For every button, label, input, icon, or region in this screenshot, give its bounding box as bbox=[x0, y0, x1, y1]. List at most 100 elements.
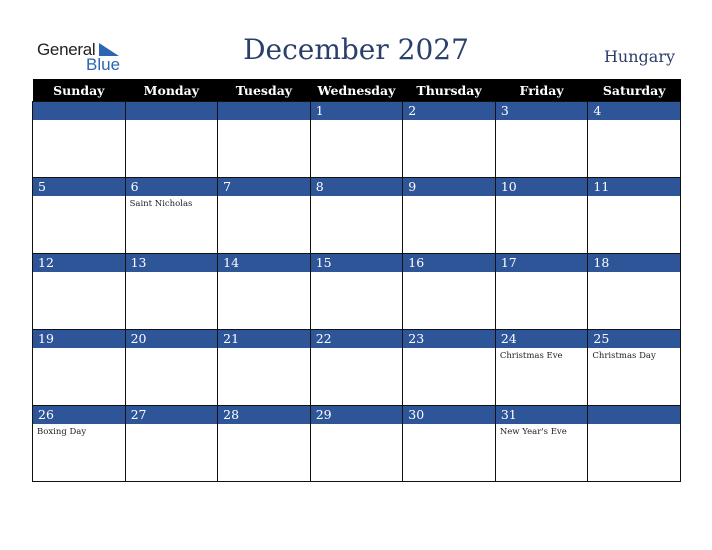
holiday-label bbox=[403, 120, 495, 123]
day-cell[interactable]: 29 bbox=[309, 405, 404, 482]
day-number: 30 bbox=[403, 406, 495, 424]
day-number: 14 bbox=[218, 254, 310, 272]
day-cell[interactable]: 17 bbox=[494, 253, 589, 330]
weekday-header-row: Sunday Monday Tuesday Wednesday Thursday… bbox=[32, 79, 681, 102]
holiday-label bbox=[218, 348, 310, 351]
holiday-label bbox=[588, 120, 680, 123]
week-row: 12 13 14 15 16 17 18 bbox=[32, 253, 681, 330]
day-cell[interactable] bbox=[32, 101, 126, 178]
holiday-label bbox=[588, 272, 680, 275]
day-cell[interactable]: 28 bbox=[217, 405, 311, 482]
day-cell[interactable]: 12 bbox=[32, 253, 126, 330]
day-number: 9 bbox=[403, 178, 495, 196]
holiday-label: Saint Nicholas bbox=[129, 199, 193, 209]
week-row: 26 Boxing Day 27 28 29 30 31 New Year's Eve bbox=[32, 405, 681, 482]
day-number bbox=[218, 102, 310, 120]
day-number: 6 bbox=[125, 178, 218, 196]
day-cell[interactable]: 10 bbox=[494, 177, 589, 254]
holiday-label: New Year's Eve bbox=[499, 427, 567, 437]
day-number: 21 bbox=[218, 330, 310, 348]
day-cell[interactable]: 7 bbox=[217, 177, 311, 254]
holiday-label bbox=[496, 120, 588, 123]
holiday-label bbox=[126, 120, 218, 123]
day-number: 22 bbox=[310, 330, 403, 348]
holiday-label bbox=[311, 272, 403, 275]
day-number: 15 bbox=[310, 254, 403, 272]
day-number: 29 bbox=[310, 406, 403, 424]
holiday-label bbox=[33, 196, 125, 199]
holiday-label bbox=[218, 424, 310, 427]
day-number: 24 bbox=[495, 330, 588, 348]
day-cell[interactable]: 23 bbox=[402, 329, 496, 406]
day-cell[interactable]: 25 Christmas Day bbox=[587, 329, 681, 406]
day-cell[interactable]: 4 bbox=[587, 101, 681, 178]
day-cell[interactable]: 13 bbox=[124, 253, 219, 330]
day-number: 27 bbox=[125, 406, 218, 424]
day-cell[interactable] bbox=[217, 101, 311, 178]
holiday-label bbox=[588, 196, 680, 199]
weekday-header: Sunday bbox=[32, 79, 126, 102]
day-number: 4 bbox=[588, 102, 680, 120]
day-cell[interactable]: 6 Saint Nicholas bbox=[124, 177, 219, 254]
holiday-label bbox=[33, 348, 125, 351]
day-number: 2 bbox=[403, 102, 495, 120]
holiday-label bbox=[126, 272, 218, 275]
day-cell[interactable]: 27 bbox=[124, 405, 219, 482]
day-cell[interactable]: 31 New Year's Eve bbox=[494, 405, 589, 482]
day-number: 18 bbox=[588, 254, 680, 272]
holiday-label bbox=[403, 348, 495, 351]
day-number: 25 bbox=[588, 330, 680, 348]
holiday-label bbox=[311, 120, 403, 123]
holiday-label bbox=[311, 348, 403, 351]
day-number: 13 bbox=[125, 254, 218, 272]
day-number: 19 bbox=[33, 330, 125, 348]
holiday-label bbox=[588, 424, 680, 427]
day-cell[interactable]: 30 bbox=[402, 405, 496, 482]
holiday-label bbox=[403, 196, 495, 199]
day-number: 7 bbox=[218, 178, 310, 196]
day-number: 16 bbox=[403, 254, 495, 272]
calendar-grid: Sunday Monday Tuesday Wednesday Thursday… bbox=[32, 79, 681, 482]
week-row: 1234 bbox=[32, 101, 681, 178]
day-number bbox=[588, 406, 680, 424]
day-cell[interactable]: 5 bbox=[32, 177, 126, 254]
day-cell[interactable]: 26 Boxing Day bbox=[32, 405, 126, 482]
day-cell[interactable] bbox=[124, 101, 219, 178]
holiday-label bbox=[496, 196, 588, 199]
holiday-label bbox=[311, 424, 403, 427]
holiday-label bbox=[403, 272, 495, 275]
day-cell[interactable]: 20 bbox=[124, 329, 219, 406]
day-cell[interactable] bbox=[587, 405, 681, 482]
weekday-header: Friday bbox=[495, 79, 588, 102]
day-number: 3 bbox=[495, 102, 588, 120]
day-cell[interactable]: 1 bbox=[309, 101, 404, 178]
weekday-header: Thursday bbox=[402, 79, 496, 102]
country-label: Hungary bbox=[603, 47, 675, 66]
day-cell[interactable]: 21 bbox=[217, 329, 311, 406]
day-cell[interactable]: 11 bbox=[587, 177, 681, 254]
day-cell[interactable]: 8 bbox=[309, 177, 404, 254]
day-cell[interactable]: 24 Christmas Eve bbox=[494, 329, 589, 406]
day-number: 23 bbox=[403, 330, 495, 348]
week-row: 19 20 21 22 23 24 Christmas Eve 25 Christmas Day bbox=[32, 329, 681, 406]
day-cell[interactable]: 3 bbox=[494, 101, 589, 178]
day-cell[interactable]: 22 bbox=[309, 329, 404, 406]
week-row: 5 6 Saint Nicholas 7 8 9 10 11 bbox=[32, 177, 681, 254]
day-cell[interactable]: 2 bbox=[402, 101, 496, 178]
day-number: 12 bbox=[33, 254, 125, 272]
day-number bbox=[125, 102, 218, 120]
day-cell[interactable]: 15 bbox=[309, 253, 404, 330]
holiday-label: Christmas Eve bbox=[499, 351, 563, 361]
holiday-label bbox=[218, 196, 310, 199]
day-number bbox=[33, 102, 125, 120]
day-number: 1 bbox=[310, 102, 403, 120]
weekday-header: Wednesday bbox=[310, 79, 403, 102]
day-cell[interactable]: 18 bbox=[587, 253, 681, 330]
day-cell[interactable]: 19 bbox=[32, 329, 126, 406]
day-cell[interactable]: 9 bbox=[402, 177, 496, 254]
holiday-label bbox=[33, 120, 125, 123]
day-number: 17 bbox=[495, 254, 588, 272]
day-number: 31 bbox=[495, 406, 588, 424]
day-cell[interactable]: 16 bbox=[402, 253, 496, 330]
day-cell[interactable]: 14 bbox=[217, 253, 311, 330]
